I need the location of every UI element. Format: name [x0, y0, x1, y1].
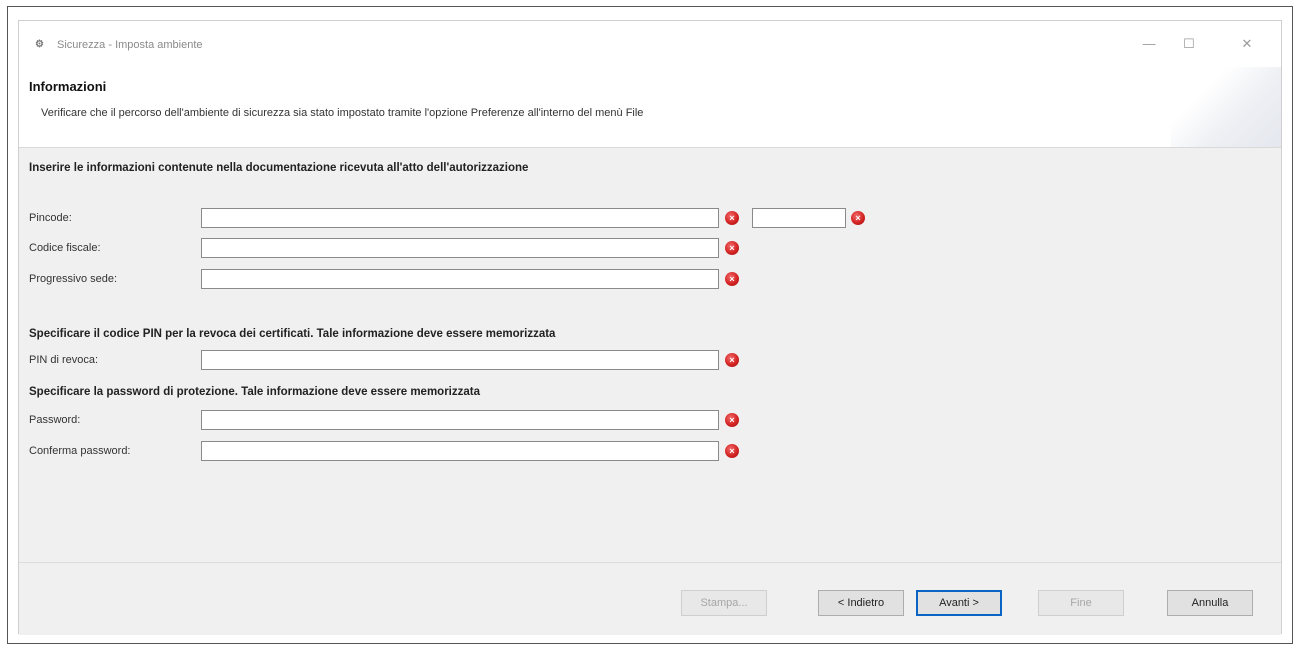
maximize-button[interactable]: ☐	[1175, 33, 1203, 55]
title-bar: ⚙ Sicurezza - Imposta ambiente — ☐ ✕	[19, 21, 1281, 67]
conferma-password-label: Conferma password:	[29, 445, 131, 457]
conferma-password-error-icon: ×	[725, 444, 739, 458]
codice-fiscale-error-icon: ×	[725, 241, 739, 255]
annulla-button[interactable]: Annulla	[1167, 590, 1253, 616]
dialog-window: ⚙ Sicurezza - Imposta ambiente — ☐ ✕ Inf…	[18, 20, 1282, 635]
button-bar: Stampa... < Indietro Avanti > Fine Annul…	[19, 562, 1281, 635]
pin-revoca-error-icon: ×	[725, 353, 739, 367]
indietro-button[interactable]: < Indietro	[818, 590, 904, 616]
pin-info-heading: Specificare il codice PIN per la revoca …	[29, 328, 556, 340]
progressivo-sede-input[interactable]	[201, 269, 719, 289]
pincode-check-input[interactable]	[752, 208, 846, 228]
pin-revoca-input[interactable]	[201, 350, 719, 370]
minimize-button[interactable]: —	[1135, 33, 1163, 55]
progressivo-sede-error-icon: ×	[725, 272, 739, 286]
form-panel: Inserire le informazioni contenute nella…	[19, 148, 1281, 562]
fine-button[interactable]: Fine	[1038, 590, 1124, 616]
page-description: Verificare che il percorso dell'ambiente…	[41, 107, 644, 119]
close-button[interactable]: ✕	[1233, 33, 1261, 55]
stampa-button[interactable]: Stampa...	[681, 590, 767, 616]
password-info-heading: Specificare la password di protezione. T…	[29, 386, 480, 398]
password-input[interactable]	[201, 410, 719, 430]
app-icon: ⚙	[35, 39, 44, 50]
codice-fiscale-label: Codice fiscale:	[29, 242, 101, 254]
auth-info-heading: Inserire le informazioni contenute nella…	[29, 162, 529, 174]
window-title: Sicurezza - Imposta ambiente	[57, 39, 203, 51]
pin-revoca-label: PIN di revoca:	[29, 354, 99, 366]
avanti-button[interactable]: Avanti >	[916, 590, 1002, 616]
wizard-header: Informazioni Verificare che il percorso …	[19, 67, 1281, 148]
codice-fiscale-input[interactable]	[201, 238, 719, 258]
pincode-input[interactable]	[201, 208, 719, 228]
pincode-label: Pincode:	[29, 212, 72, 224]
conferma-password-input[interactable]	[201, 441, 719, 461]
password-label: Password:	[29, 414, 81, 426]
pincode-error-icon: ×	[725, 211, 739, 225]
pincode-check-error-icon: ×	[851, 211, 865, 225]
progressivo-sede-label: Progressivo sede:	[29, 273, 118, 285]
page-title: Informazioni	[29, 79, 107, 94]
password-error-icon: ×	[725, 413, 739, 427]
